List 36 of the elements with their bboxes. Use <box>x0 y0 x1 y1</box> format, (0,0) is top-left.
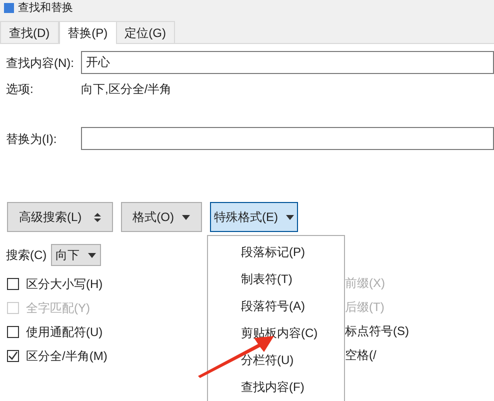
option-label: 空格(/ <box>345 347 378 364</box>
menu-item[interactable]: 段落标记(P) <box>241 242 344 263</box>
dropdown-button[interactable]: 特殊格式(E) <box>210 202 298 232</box>
dropdown-button[interactable]: 高级搜索(L) <box>7 202 113 232</box>
options-label: 选项: <box>6 81 34 98</box>
replace-field[interactable] <box>81 127 494 150</box>
option-label: 前缀(X) <box>345 275 386 292</box>
replace-label: 替换为(I): <box>6 130 58 148</box>
caret-icon <box>182 214 190 220</box>
app-icon <box>4 3 14 13</box>
window-title: 查找和替换 <box>18 2 73 14</box>
caret-icon <box>88 252 96 258</box>
search-label: 搜索(C) <box>6 247 47 264</box>
direction-select[interactable]: 向下 <box>50 244 101 266</box>
checkbox[interactable] <box>7 350 19 362</box>
tab[interactable]: 查找(D) <box>0 21 59 43</box>
checkbox[interactable] <box>7 326 19 338</box>
menu-item[interactable]: 查找内容(F) <box>241 377 344 398</box>
checkbox-label: 区分大小写(H) <box>26 276 103 292</box>
checkbox-label: 区分全/半角(M) <box>26 348 108 364</box>
options-summary: 向下,区分全/半角 <box>81 81 172 98</box>
menu-item[interactable]: 段落符号(A) <box>241 296 344 317</box>
find-label: 查找内容(N): <box>6 54 75 72</box>
menu-item[interactable]: 分栏符(U) <box>241 350 344 371</box>
option-label: 后缀(T) <box>345 299 386 316</box>
checkbox[interactable] <box>7 278 19 290</box>
sort-icon <box>94 212 101 222</box>
caret-icon <box>286 214 294 220</box>
checkbox-label: 全字匹配(Y) <box>26 300 90 316</box>
find-field[interactable]: 开心 <box>81 51 494 74</box>
tab[interactable]: 替换(P) <box>58 21 117 44</box>
dropdown-button[interactable]: 格式(O) <box>120 202 202 232</box>
tab[interactable]: 定位(G) <box>116 21 175 43</box>
menu-item[interactable]: 制表符(T) <box>241 269 344 290</box>
option-label: 标点符号(S) <box>345 323 409 340</box>
checkbox-label: 使用通配符(U) <box>26 324 103 340</box>
